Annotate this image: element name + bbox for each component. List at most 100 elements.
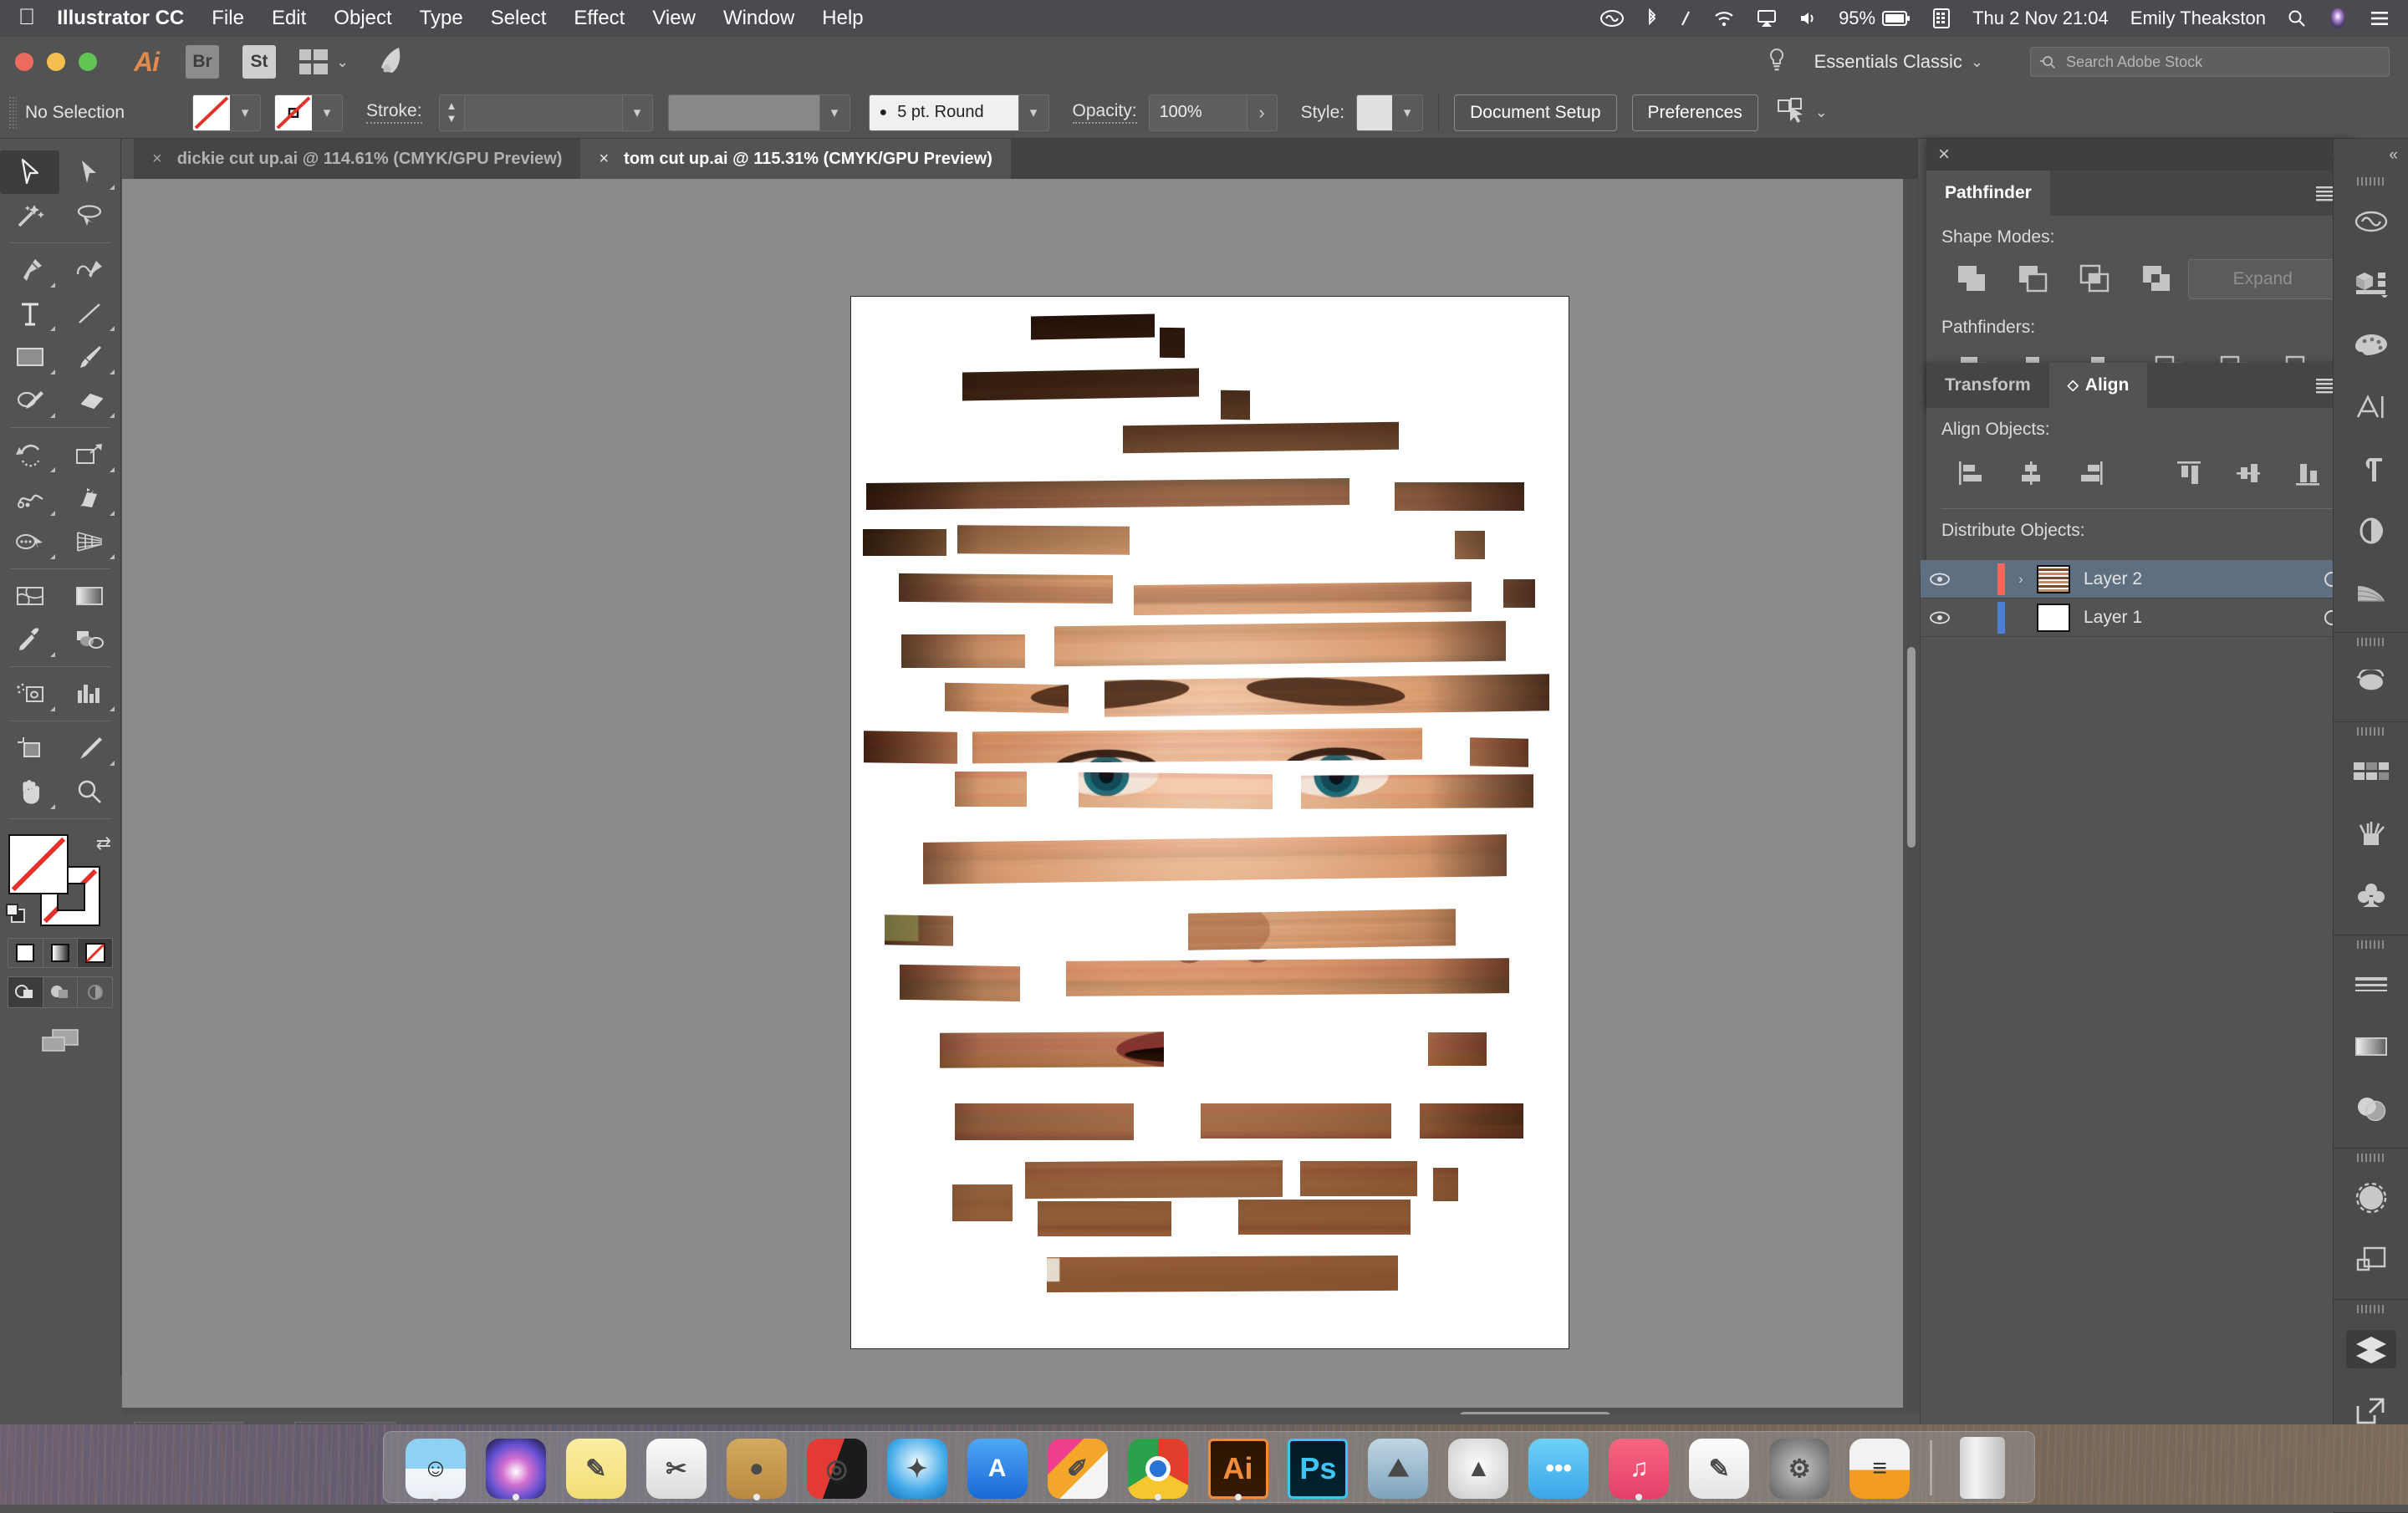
gradient-swatch-button[interactable] (43, 939, 79, 967)
layer-visibility-icon[interactable] (1921, 611, 1959, 624)
artwork-strip[interactable] (962, 369, 1199, 401)
rail-grip[interactable] (2334, 1149, 2408, 1167)
vertical-align-center-button[interactable] (2219, 450, 2278, 497)
maximize-window-button[interactable] (79, 53, 97, 71)
keyboard-input-icon[interactable] (1932, 8, 1951, 29)
change-screen-mode-button[interactable] (35, 1026, 85, 1055)
lasso-tool[interactable] (59, 194, 119, 237)
dock-item-scissors-app[interactable]: ✂ (636, 1434, 717, 1499)
rocket-icon[interactable] (374, 44, 407, 80)
shaper-tool[interactable] (0, 379, 59, 422)
artwork-strip[interactable] (1238, 1200, 1411, 1235)
artwork-strip[interactable] (1031, 313, 1155, 339)
rail-grip[interactable] (2334, 722, 2408, 741)
tab-align[interactable]: ◇ Align (2049, 363, 2148, 408)
menu-item-type[interactable]: Type (420, 7, 463, 30)
artwork-strip[interactable] (1503, 579, 1535, 608)
artwork-strip[interactable] (1420, 1103, 1523, 1139)
notification-center-icon[interactable] (2370, 10, 2390, 27)
rotate-tool[interactable] (0, 433, 59, 476)
dock-item-finder[interactable]: ☺ (395, 1434, 476, 1499)
menubar-datetime[interactable]: Thu 2 Nov 21:04 (1972, 8, 2109, 29)
brush-definition-input[interactable]: ● 5 pt. Round (869, 94, 1019, 131)
close-window-button[interactable] (15, 53, 33, 71)
arrange-documents-icon[interactable] (299, 49, 329, 74)
graphic-style-caret[interactable]: ▾ (1392, 95, 1422, 130)
workspace-switcher-label[interactable]: Essentials Classic (1814, 51, 1962, 73)
graphic-style-swatch[interactable] (1357, 95, 1392, 130)
gradient-tool[interactable] (59, 574, 119, 618)
perspective-grid-tool[interactable] (59, 520, 119, 563)
siri-icon[interactable] (2328, 8, 2348, 29)
stroke-profile-caret[interactable]: ▾ (820, 94, 850, 131)
pen-tool[interactable] (0, 248, 59, 292)
vscroll-thumb[interactable] (1907, 647, 1916, 848)
rail-grip[interactable] (2334, 935, 2408, 954)
brush-definition-caret[interactable]: ▾ (1019, 94, 1049, 131)
control-bar-grip[interactable] (8, 96, 17, 130)
artwork-strip[interactable] (1301, 774, 1533, 808)
rail-grip[interactable] (2334, 172, 2408, 191)
rectangle-tool[interactable] (0, 335, 59, 379)
dock-item-adobe-photoshop[interactable]: Ps (1278, 1434, 1358, 1499)
dock-item-system-preferences[interactable]: ⚙ (1759, 1434, 1839, 1499)
layer-name-label[interactable]: Layer 1 (2084, 608, 2309, 628)
artwork-strip[interactable] (952, 1184, 1013, 1221)
none-swatch-button[interactable] (78, 939, 112, 967)
artwork-strip[interactable] (945, 683, 1069, 714)
pathfinder-unite-button[interactable] (1941, 257, 2003, 301)
draw-behind-button[interactable] (43, 977, 79, 1007)
scale-tool[interactable] (59, 433, 119, 476)
column-graph-tool[interactable] (59, 672, 119, 716)
opacity-icon[interactable] (2334, 500, 2408, 562)
stroke-weight-label[interactable]: Stroke: (366, 101, 422, 124)
swap-fill-stroke-icon[interactable]: ⇄ (96, 833, 111, 854)
artwork-strip[interactable] (864, 731, 957, 764)
dock-item-app-store[interactable]: A (957, 1434, 1038, 1499)
artwork-strip[interactable] (955, 1103, 1134, 1140)
toolbar-fill-swatch[interactable] (8, 834, 69, 894)
bluetooth-icon[interactable] (1646, 8, 1658, 28)
menu-item-effect[interactable]: Effect (574, 7, 625, 30)
symbols-icon[interactable] (2334, 651, 2408, 713)
vertical-align-bottom-button[interactable] (2278, 450, 2338, 497)
dock-item-adobe-illustrator[interactable]: Ai (1198, 1434, 1278, 1499)
layer-row-layer-1[interactable]: Layer 1 (1921, 599, 2354, 637)
stroke-weight-caret[interactable]: ▾ (623, 94, 653, 131)
gradient-icon[interactable] (2334, 1016, 2408, 1077)
dock-item-calculator[interactable]: ≡ (1839, 1434, 1920, 1499)
horizontal-align-left-button[interactable] (1941, 450, 2001, 497)
minimize-window-button[interactable] (47, 53, 65, 71)
wifi-icon[interactable] (1713, 9, 1735, 28)
appearance-icon[interactable] (2334, 1167, 2408, 1229)
curvature-tool[interactable] (59, 248, 119, 292)
rail-grip[interactable] (2334, 1300, 2408, 1318)
dock-item-safari[interactable]: ✦ (877, 1434, 957, 1499)
rail-grip[interactable] (2334, 633, 2408, 651)
artwork-strip[interactable] (1038, 1201, 1171, 1236)
stroke-weight-stepper[interactable]: ▲▼ (439, 94, 464, 131)
artwork-strip[interactable] (1054, 621, 1506, 667)
stroke-swatch-none[interactable] (275, 95, 312, 130)
creative-cloud-icon[interactable] (1599, 8, 1625, 28)
artwork-strip[interactable] (1160, 328, 1185, 358)
stroke-profile-input[interactable] (668, 94, 820, 131)
menu-item-edit[interactable]: Edit (272, 7, 306, 30)
artwork-strip[interactable] (900, 965, 1020, 1001)
artwork-strip[interactable] (1079, 772, 1273, 809)
magic-wand-tool[interactable] (0, 194, 59, 237)
symbol-sprayer-tool[interactable] (0, 672, 59, 716)
draw-normal-button[interactable] (8, 977, 43, 1007)
gradient-fan-icon[interactable] (2334, 562, 2408, 624)
artwork-strip[interactable] (955, 772, 1027, 807)
line-segment-tool[interactable] (59, 292, 119, 335)
stroke-dropdown-caret[interactable]: ▾ (312, 95, 342, 130)
artboard[interactable] (850, 296, 1569, 1349)
fill-color-control[interactable]: ▾ (192, 94, 261, 131)
shape-builder-tool[interactable] (0, 520, 59, 563)
free-transform-tool[interactable] (59, 476, 119, 520)
eyedropper-tool[interactable] (0, 618, 59, 661)
layers-icon[interactable] (2334, 1318, 2408, 1380)
battery-status[interactable]: 95% (1839, 8, 1911, 29)
artwork-strip[interactable] (1105, 674, 1549, 716)
